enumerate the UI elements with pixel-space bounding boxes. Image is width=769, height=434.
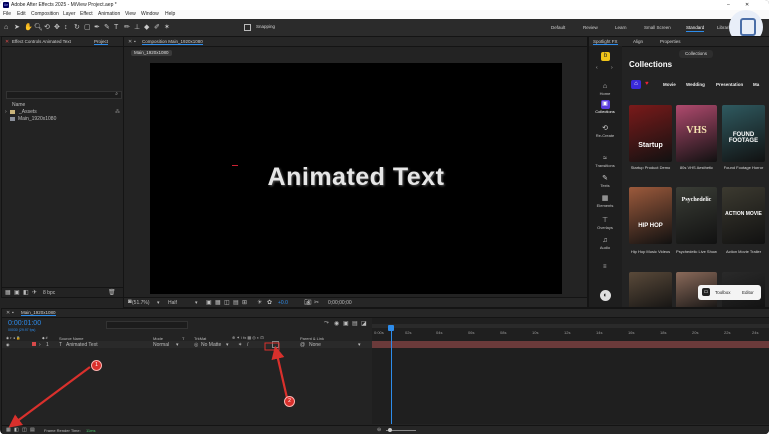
- arrow-1: [8, 366, 91, 428]
- app-window: Ae Adobe After Effects 2025 - MiView Pro…: [0, 0, 769, 434]
- annotation-badge-2: 2: [284, 396, 295, 407]
- annotation-badge-1: 1: [91, 360, 102, 371]
- annotation-arrows: [8, 342, 289, 428]
- highlight-box: [264, 342, 280, 351]
- arrow-2: [271, 345, 289, 399]
